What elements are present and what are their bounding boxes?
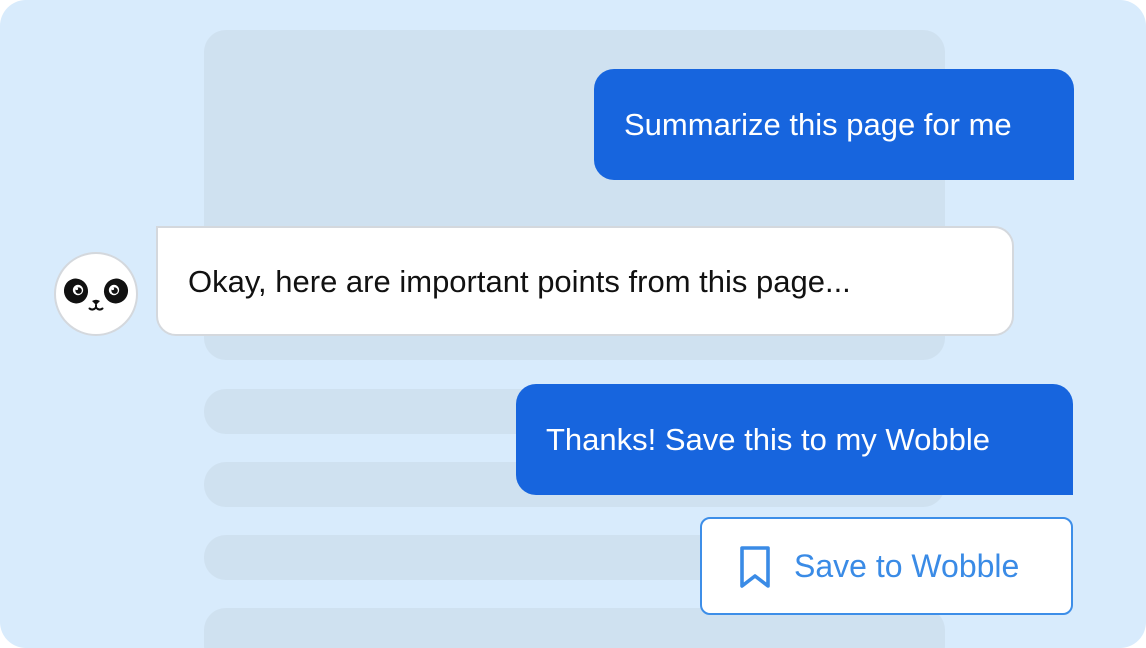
save-button-label: Save to Wobble — [794, 548, 1020, 584]
user-message-text: Summarize this page for me — [624, 107, 1012, 142]
assistant-avatar — [54, 252, 138, 336]
panda-face-icon — [63, 278, 129, 311]
user-message-bubble: Thanks! Save this to my Wobble — [516, 384, 1073, 495]
save-to-wobble-button[interactable]: Save to Wobble — [700, 517, 1073, 615]
assistant-message-text: Okay, here are important points from thi… — [188, 263, 851, 299]
chat-illustration: Summarize this page for me Okay, here ar… — [0, 0, 1146, 648]
assistant-message-bubble: Okay, here are important points from thi… — [156, 226, 1014, 336]
user-message-bubble: Summarize this page for me — [594, 69, 1074, 180]
user-message-text: Thanks! Save this to my Wobble — [546, 422, 990, 457]
bookmark-icon — [740, 546, 770, 588]
